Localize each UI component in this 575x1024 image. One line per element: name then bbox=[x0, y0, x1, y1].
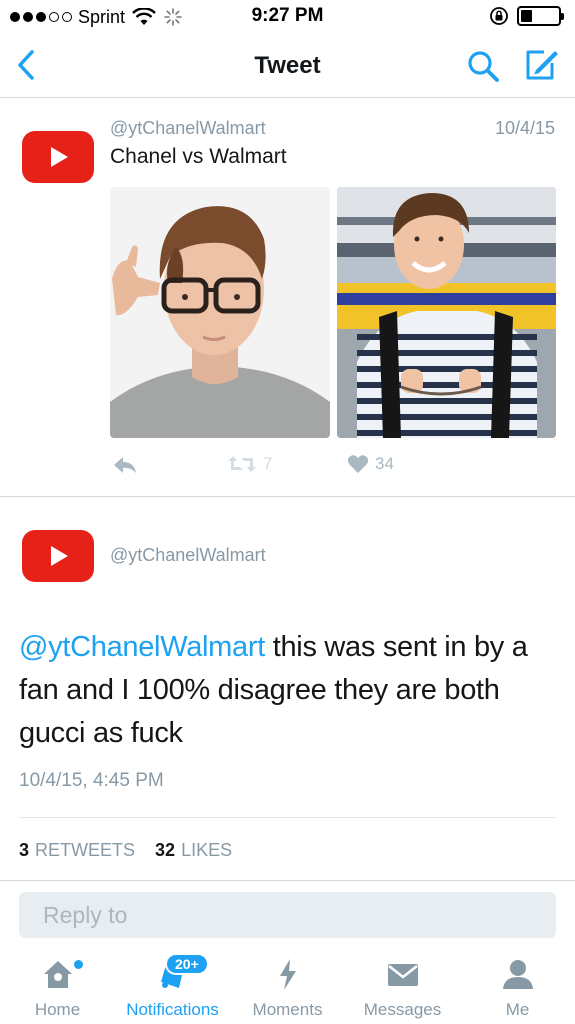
unread-dot bbox=[74, 960, 83, 969]
lightning-icon bbox=[279, 959, 296, 990]
retweet-icon bbox=[228, 456, 256, 472]
person-icon bbox=[502, 960, 533, 989]
like-button[interactable]: 34 bbox=[347, 454, 394, 474]
search-icon[interactable] bbox=[465, 48, 501, 84]
tweet-photo-station[interactable] bbox=[337, 187, 556, 438]
tab-label: Notifications bbox=[126, 1000, 219, 1019]
youtube-avatar[interactable] bbox=[22, 131, 94, 183]
reply-icon bbox=[114, 457, 136, 473]
tab-moments[interactable]: Moments bbox=[230, 950, 345, 1024]
retweets-label[interactable]: RETWEETS bbox=[35, 840, 135, 861]
photo-illustration bbox=[110, 187, 330, 438]
tab-bar: Home Notifications 20+ Moments Messages bbox=[0, 950, 575, 1024]
likes-label[interactable]: LIKES bbox=[181, 840, 232, 861]
retweet-count: 7 bbox=[263, 454, 273, 473]
tab-label: Me bbox=[505, 1000, 530, 1019]
compose-icon[interactable] bbox=[522, 46, 560, 84]
rotation-lock-icon bbox=[490, 7, 508, 25]
photo-illustration bbox=[337, 187, 556, 438]
navigation-bar: Tweet bbox=[0, 34, 575, 98]
tweet-handle[interactable]: @ytChanelWalmart bbox=[110, 118, 266, 139]
heart-icon bbox=[347, 455, 369, 473]
tab-label: Home bbox=[34, 1000, 81, 1019]
reply-input[interactable]: Reply to bbox=[19, 892, 556, 938]
tweet-stats: 3 RETWEETS 32 LIKES bbox=[19, 840, 232, 861]
tweet-card[interactable]: @ytChanelWalmart 10/4/15 Chanel vs Walma… bbox=[0, 99, 575, 497]
battery-icon bbox=[517, 6, 564, 26]
retweets-count[interactable]: 3 bbox=[19, 840, 29, 861]
tab-me[interactable]: Me bbox=[460, 950, 575, 1024]
notifications-badge: 20+ bbox=[165, 953, 209, 975]
status-right bbox=[489, 6, 564, 26]
mention-link[interactable]: @ytChanelWalmart bbox=[19, 631, 265, 663]
reply-button[interactable] bbox=[112, 454, 138, 476]
youtube-avatar[interactable] bbox=[22, 530, 94, 582]
home-icon bbox=[43, 961, 72, 988]
retweet-button[interactable]: 7 bbox=[227, 454, 272, 474]
tab-home[interactable]: Home bbox=[0, 950, 115, 1024]
tweet-actions: 7 34 bbox=[0, 454, 575, 482]
status-bar: Sprint 9:27 PM bbox=[0, 0, 575, 34]
reply-tweet-text: @ytChanelWalmart this was sent in by a f… bbox=[19, 626, 564, 755]
divider bbox=[0, 880, 575, 881]
envelope-icon bbox=[387, 964, 418, 986]
reply-tweet-handle[interactable]: @ytChanelWalmart bbox=[110, 545, 266, 566]
divider bbox=[19, 817, 556, 818]
tab-label: Moments bbox=[252, 1000, 323, 1019]
like-count: 34 bbox=[375, 454, 394, 473]
tweet-date: 10/4/15 bbox=[494, 118, 555, 138]
tweet-text: Chanel vs Walmart bbox=[110, 145, 287, 168]
reply-tweet-timestamp: 10/4/15, 4:45 PM bbox=[19, 770, 164, 791]
tab-label: Messages bbox=[363, 1000, 442, 1019]
tab-messages[interactable]: Messages bbox=[345, 950, 460, 1024]
likes-count[interactable]: 32 bbox=[155, 840, 175, 861]
tweet-photo-glasses[interactable] bbox=[110, 187, 330, 438]
